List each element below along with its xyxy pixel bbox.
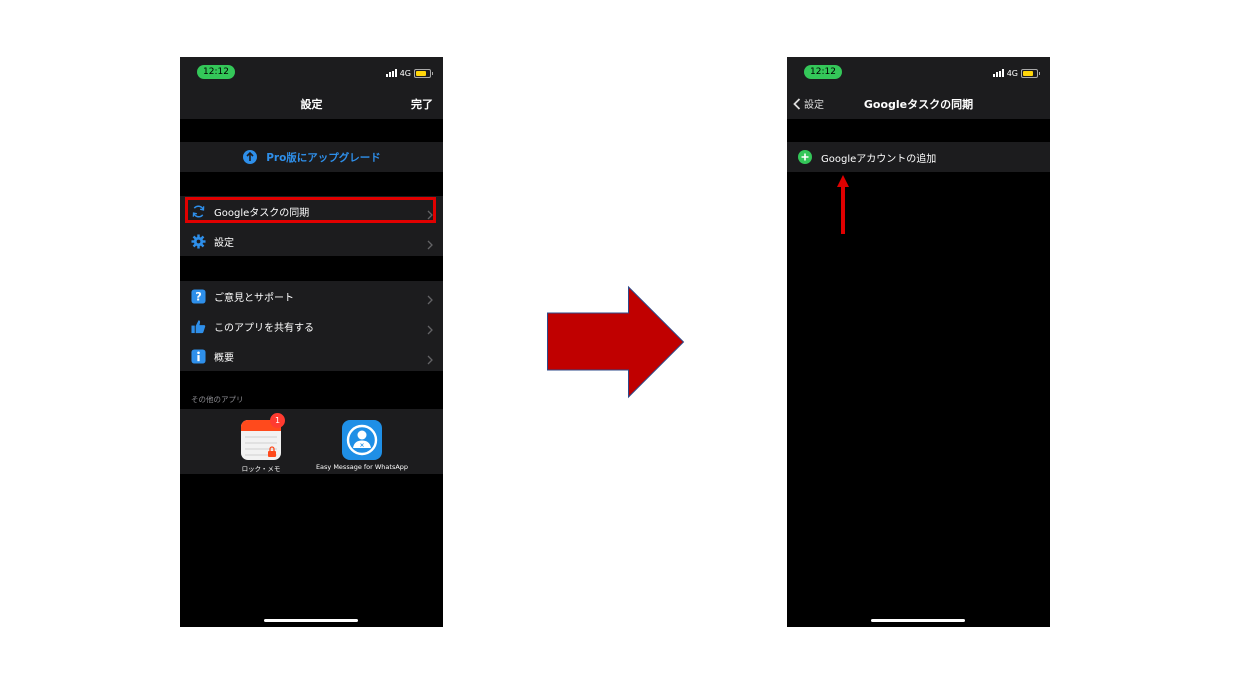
status-time: 12:12	[804, 65, 842, 79]
settings-item-label: 設定	[214, 237, 234, 249]
lock-memo-app-label: ロック・メモ	[241, 465, 281, 473]
left-phone-screenshot: 12:12 4G 設定 完了 Pro版にアップグレード Googleタスクの同期…	[180, 57, 443, 627]
page-title: Googleタスクの同期	[863, 98, 974, 111]
network-type: 4G	[399, 68, 411, 78]
page-title: 設定	[300, 98, 323, 111]
add-account-label: Googleアカウントの追加	[821, 153, 937, 165]
about-label: 概要	[214, 352, 234, 364]
upgrade-label: Pro版にアップグレード	[266, 151, 381, 164]
signal-icon	[385, 69, 397, 77]
navigation-bar: 12:12 4G 設定 完了	[180, 57, 443, 119]
upgrade-pro-button[interactable]: Pro版にアップグレード	[180, 142, 443, 172]
navigation-bar: 12:12 4G 設定 Googleタスクの同期	[787, 57, 1050, 119]
home-indicator	[264, 619, 358, 622]
easy-message-app[interactable]: ×	[341, 419, 383, 461]
gear-icon	[190, 233, 206, 249]
settings-item[interactable]: 設定	[180, 226, 443, 256]
chevron-right-icon	[427, 235, 433, 254]
feedback-label: ご意見とサポート	[214, 292, 294, 304]
status-time: 12:12	[197, 65, 235, 79]
status-indicators: 4G	[992, 67, 1040, 79]
home-indicator	[871, 619, 965, 622]
upgrade-arrow-icon	[242, 149, 258, 165]
other-apps-header: その他のアプリ	[191, 395, 244, 404]
lock-memo-app[interactable]: 1	[240, 413, 285, 461]
svg-text:?: ?	[195, 290, 202, 303]
chevron-right-icon	[427, 350, 433, 369]
add-circle-icon	[797, 149, 813, 165]
battery-icon	[414, 68, 433, 78]
add-google-account-item[interactable]: Googleアカウントの追加	[787, 142, 1050, 172]
chevron-right-icon	[427, 320, 433, 339]
battery-icon	[1021, 68, 1040, 78]
right-phone-screenshot: 12:12 4G 設定 Googleタスクの同期 Googleアカウントの追加	[787, 57, 1050, 627]
share-app-label: このアプリを共有する	[214, 322, 314, 334]
feedback-support-item[interactable]: ? ご意見とサポート	[180, 281, 443, 311]
signal-icon	[992, 69, 1004, 77]
about-item[interactable]: 概要	[180, 341, 443, 371]
chevron-right-icon	[427, 290, 433, 309]
network-type: 4G	[1006, 68, 1018, 78]
svg-text:×: ×	[359, 442, 364, 449]
share-app-item[interactable]: このアプリを共有する	[180, 311, 443, 341]
status-indicators: 4G	[385, 67, 433, 79]
up-arrow-icon	[837, 175, 849, 234]
right-arrow-icon	[547, 285, 685, 399]
info-icon	[190, 348, 206, 364]
highlight-box	[185, 197, 436, 223]
message-contact-icon: ×	[342, 420, 382, 460]
easy-message-app-label: Easy Message for WhatsApp	[315, 463, 409, 471]
notification-badge: 1	[270, 413, 285, 428]
thumbs-up-icon	[190, 318, 206, 334]
help-icon: ?	[190, 288, 206, 304]
done-button[interactable]: 完了	[411, 96, 433, 112]
other-apps-section: 1 ロック・メモ × Easy Message for WhatsApp	[180, 409, 443, 474]
